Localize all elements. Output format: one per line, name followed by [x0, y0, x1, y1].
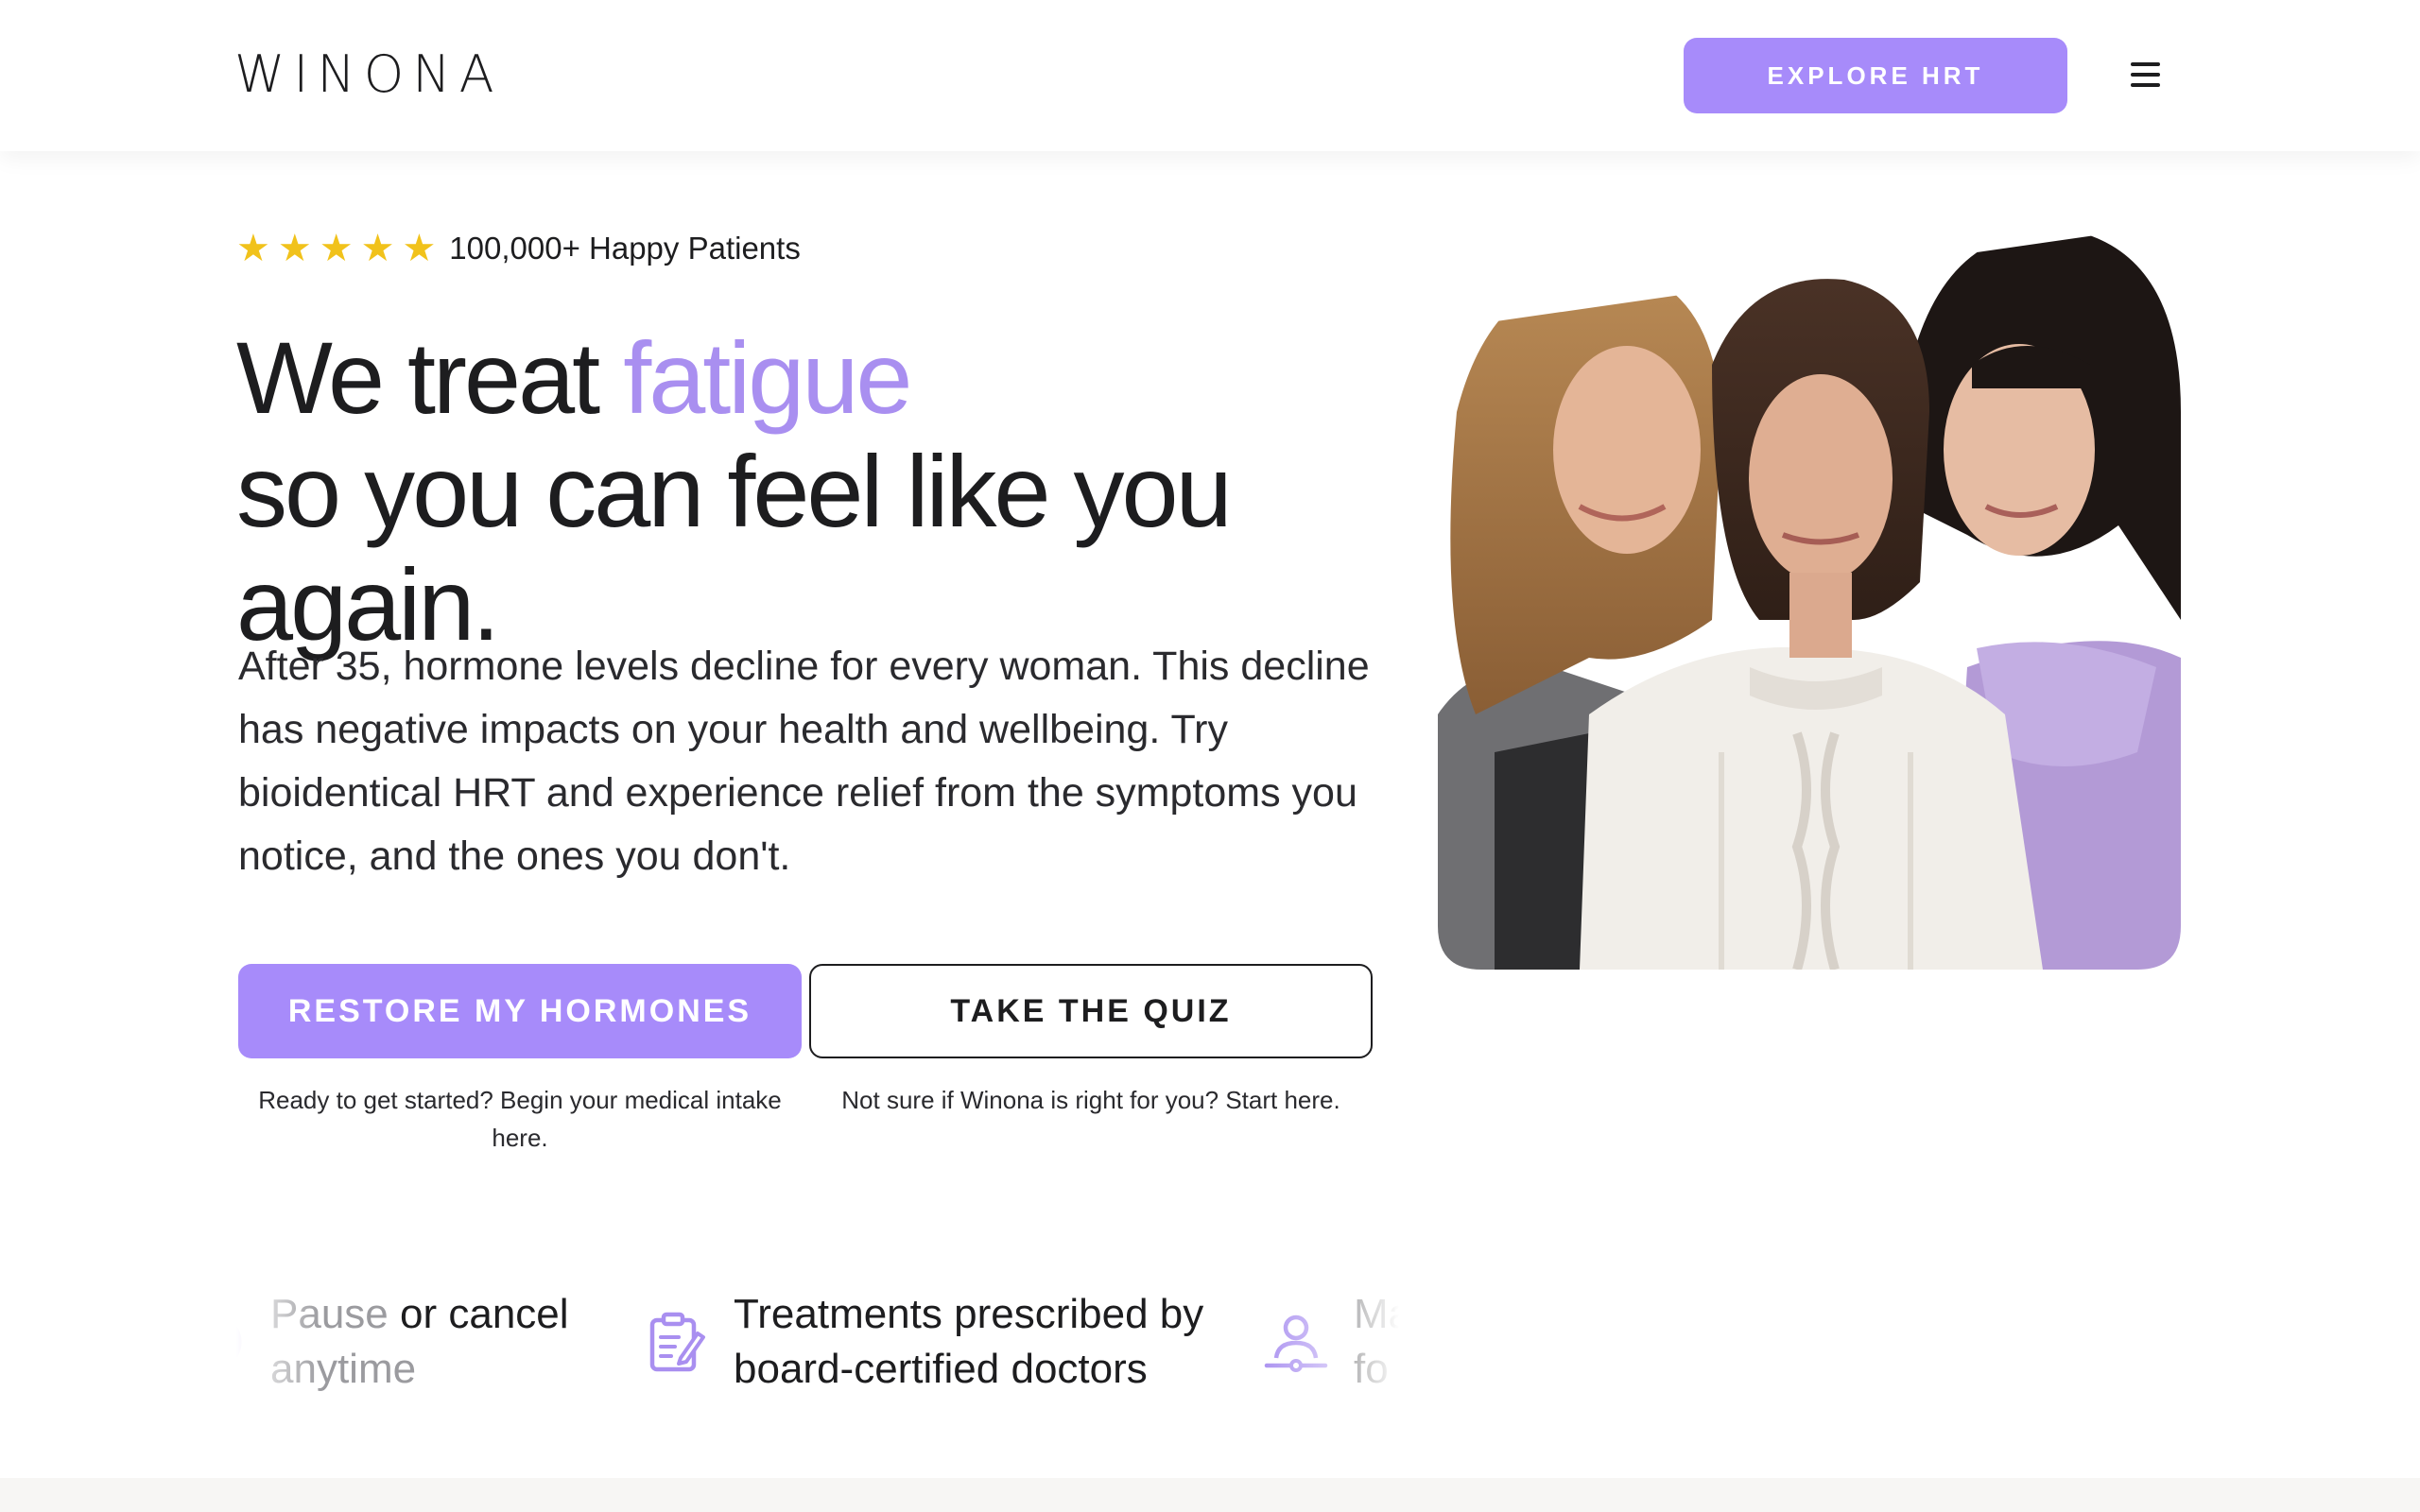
next-section-edge [0, 1478, 2420, 1512]
rating-text: 100,000+ Happy Patients [449, 231, 801, 266]
star-icon: ★ [236, 228, 270, 269]
headline-line2: so you can feel like you again. [236, 434, 1233, 662]
feature-text: Pause or cancel anytime [270, 1291, 569, 1392]
feature-item: Ma fo [1263, 1266, 1399, 1418]
primary-cta-caption: Ready to get started? Begin your medical… [258, 1086, 782, 1152]
rating-row: ★ ★ ★ ★ ★ 100,000+ Happy Patients [236, 225, 801, 272]
star-icon: ★ [277, 228, 312, 269]
hamburger-menu-icon[interactable] [2127, 59, 2163, 91]
feature-item: Pause or cancel anytime [236, 1266, 569, 1418]
star-icon: ★ [360, 228, 395, 269]
headline-highlight: fatigue [623, 320, 912, 435]
three-women-photo [1438, 223, 2181, 970]
hero-body-text: After 35, hormone levels decline for eve… [238, 644, 1370, 879]
restore-my-hormones-button[interactable]: RESTORE MY HORMONES [238, 964, 802, 1058]
cancel-icon [236, 1325, 242, 1359]
secondary-cta-caption: Not sure if Winona is right for you? Sta… [841, 1086, 1340, 1114]
star-icon: ★ [319, 228, 354, 269]
hero-image [1438, 223, 2181, 970]
winona-logo[interactable]: WINONA [234, 42, 503, 108]
hero-headline: We treat fatigue so you can feel like yo… [236, 321, 1465, 662]
site-header: WINONA EXPLORE HRT [0, 0, 2420, 151]
user-icon [1264, 1314, 1328, 1372]
star-icon: ★ [402, 228, 437, 269]
headline-prefix: We treat [236, 320, 600, 435]
feature-text: Ma fo [1354, 1291, 1399, 1392]
explore-hrt-button[interactable]: EXPLORE HRT [1684, 38, 2067, 113]
feature-text: Treatments prescribed by board-certified… [734, 1291, 1204, 1392]
feature-item: Treatments prescribed by board-certified… [643, 1266, 1203, 1418]
take-the-quiz-button[interactable]: TAKE THE QUIZ [809, 964, 1373, 1058]
clipboard-icon [649, 1312, 705, 1372]
feature-carousel[interactable]: Pause or cancel anytime Treatments presc… [236, 1266, 1399, 1418]
